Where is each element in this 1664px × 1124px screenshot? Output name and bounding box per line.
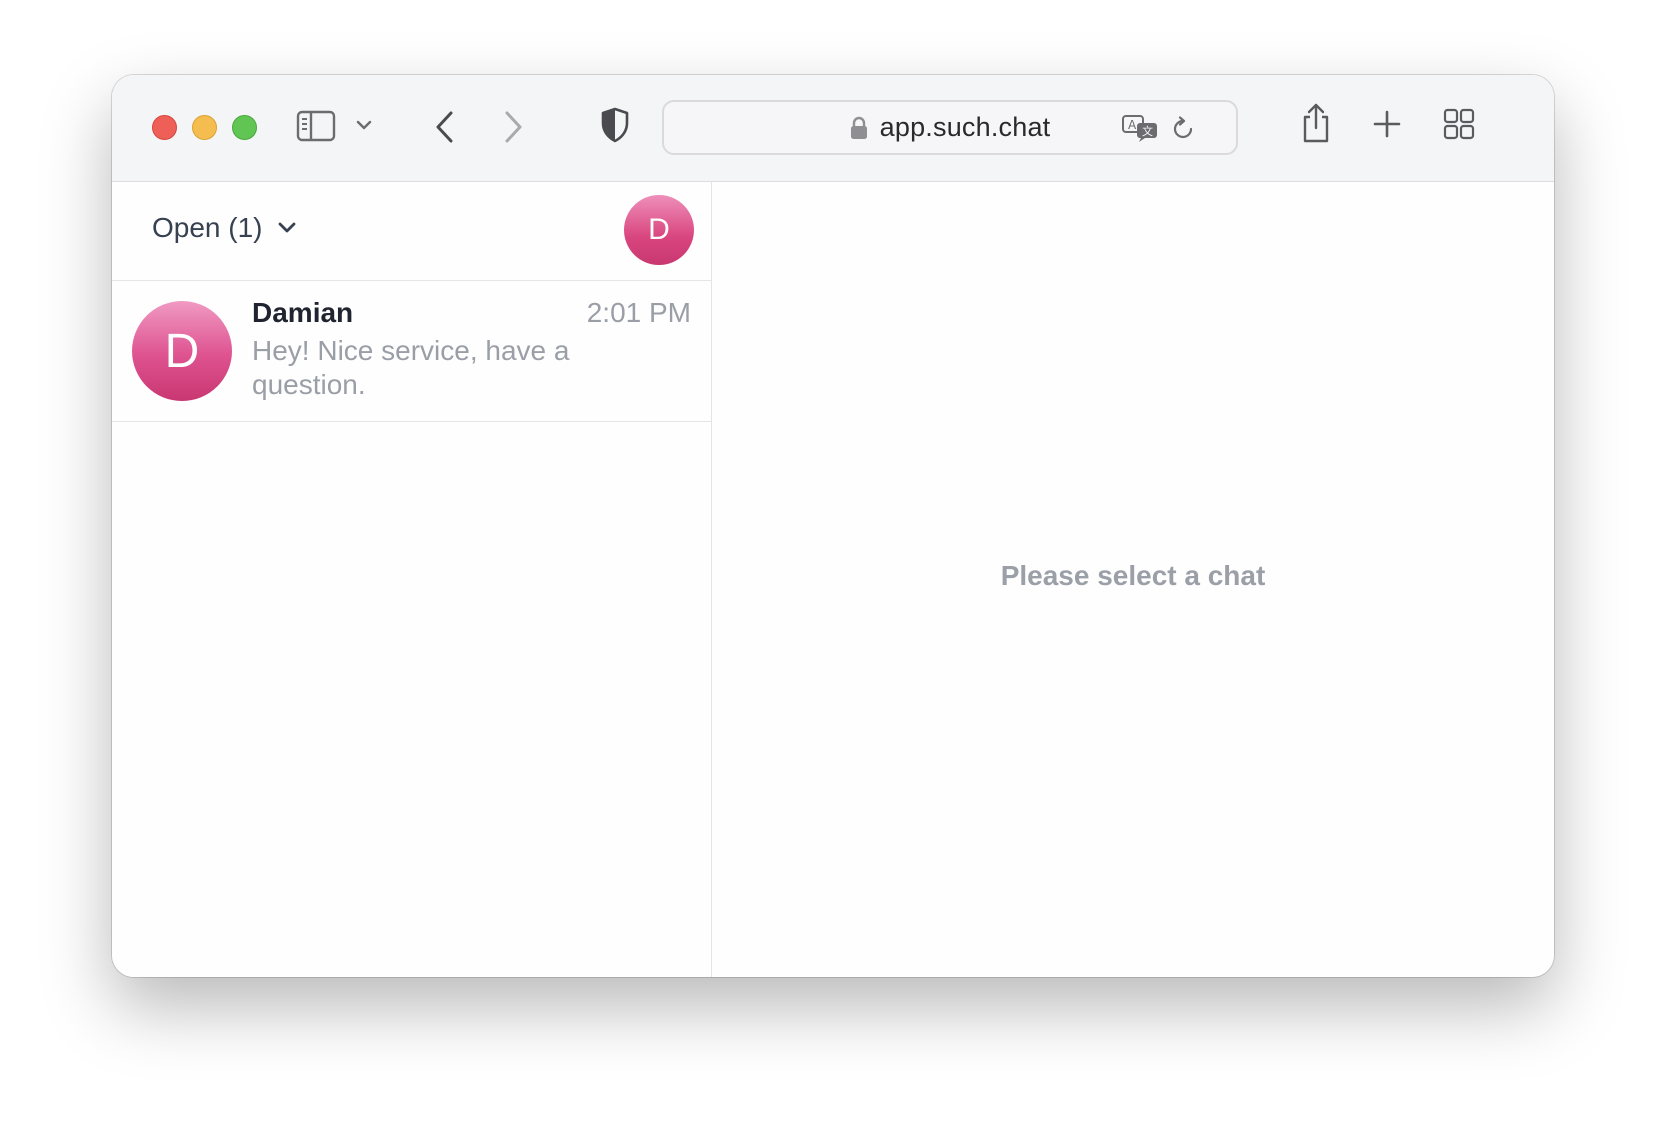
chat-contact-name: Damian <box>252 297 354 328</box>
close-window-button[interactable] <box>152 115 177 140</box>
user-avatar[interactable]: D <box>624 195 694 265</box>
chat-avatar: D <box>132 301 232 401</box>
chevron-down-icon[interactable] <box>354 115 374 135</box>
shield-icon[interactable] <box>598 105 632 145</box>
reload-icon[interactable] <box>1168 114 1198 144</box>
share-icon[interactable] <box>1298 101 1334 145</box>
chat-main-panel: Please select a chat <box>712 182 1554 977</box>
url-text: app.such.chat <box>879 112 1051 142</box>
sidebar-toggle-icon[interactable] <box>296 109 336 143</box>
status-filter-label: Open (1) <box>152 212 263 243</box>
zoom-window-button[interactable] <box>232 115 257 140</box>
plus-icon[interactable] <box>1372 109 1402 139</box>
tab-overview-icon[interactable] <box>1442 107 1476 141</box>
minimize-window-button[interactable] <box>192 115 217 140</box>
svg-text:A: A <box>1128 118 1137 132</box>
chevron-down-icon <box>277 221 297 235</box>
chat-list-item[interactable]: D Damian 2:01 PM Hey! Nice service, have… <box>112 281 711 422</box>
lock-icon <box>850 116 868 140</box>
browser-window: app.such.chat A 文 Open (1) D D Damian 2:… <box>112 75 1554 977</box>
back-arrow-icon[interactable] <box>430 107 458 147</box>
empty-state-message: Please select a chat <box>1000 560 1266 591</box>
chat-message-preview: Hey! Nice service, have a question. <box>252 335 570 400</box>
browser-toolbar: app.such.chat A 文 <box>112 75 1554 182</box>
translate-icon[interactable]: A 文 <box>1120 112 1160 144</box>
svg-text:文: 文 <box>1142 124 1153 138</box>
forward-arrow-icon[interactable] <box>500 107 528 147</box>
chat-sidebar: Open (1) D D Damian 2:01 PM Hey! Nice se… <box>112 182 712 977</box>
address-bar[interactable]: app.such.chat A 文 <box>662 100 1238 155</box>
status-filter-dropdown[interactable]: Open (1) <box>152 212 297 244</box>
sidebar-header: Open (1) D <box>112 182 711 281</box>
chat-timestamp: 2:01 PM <box>586 297 691 328</box>
